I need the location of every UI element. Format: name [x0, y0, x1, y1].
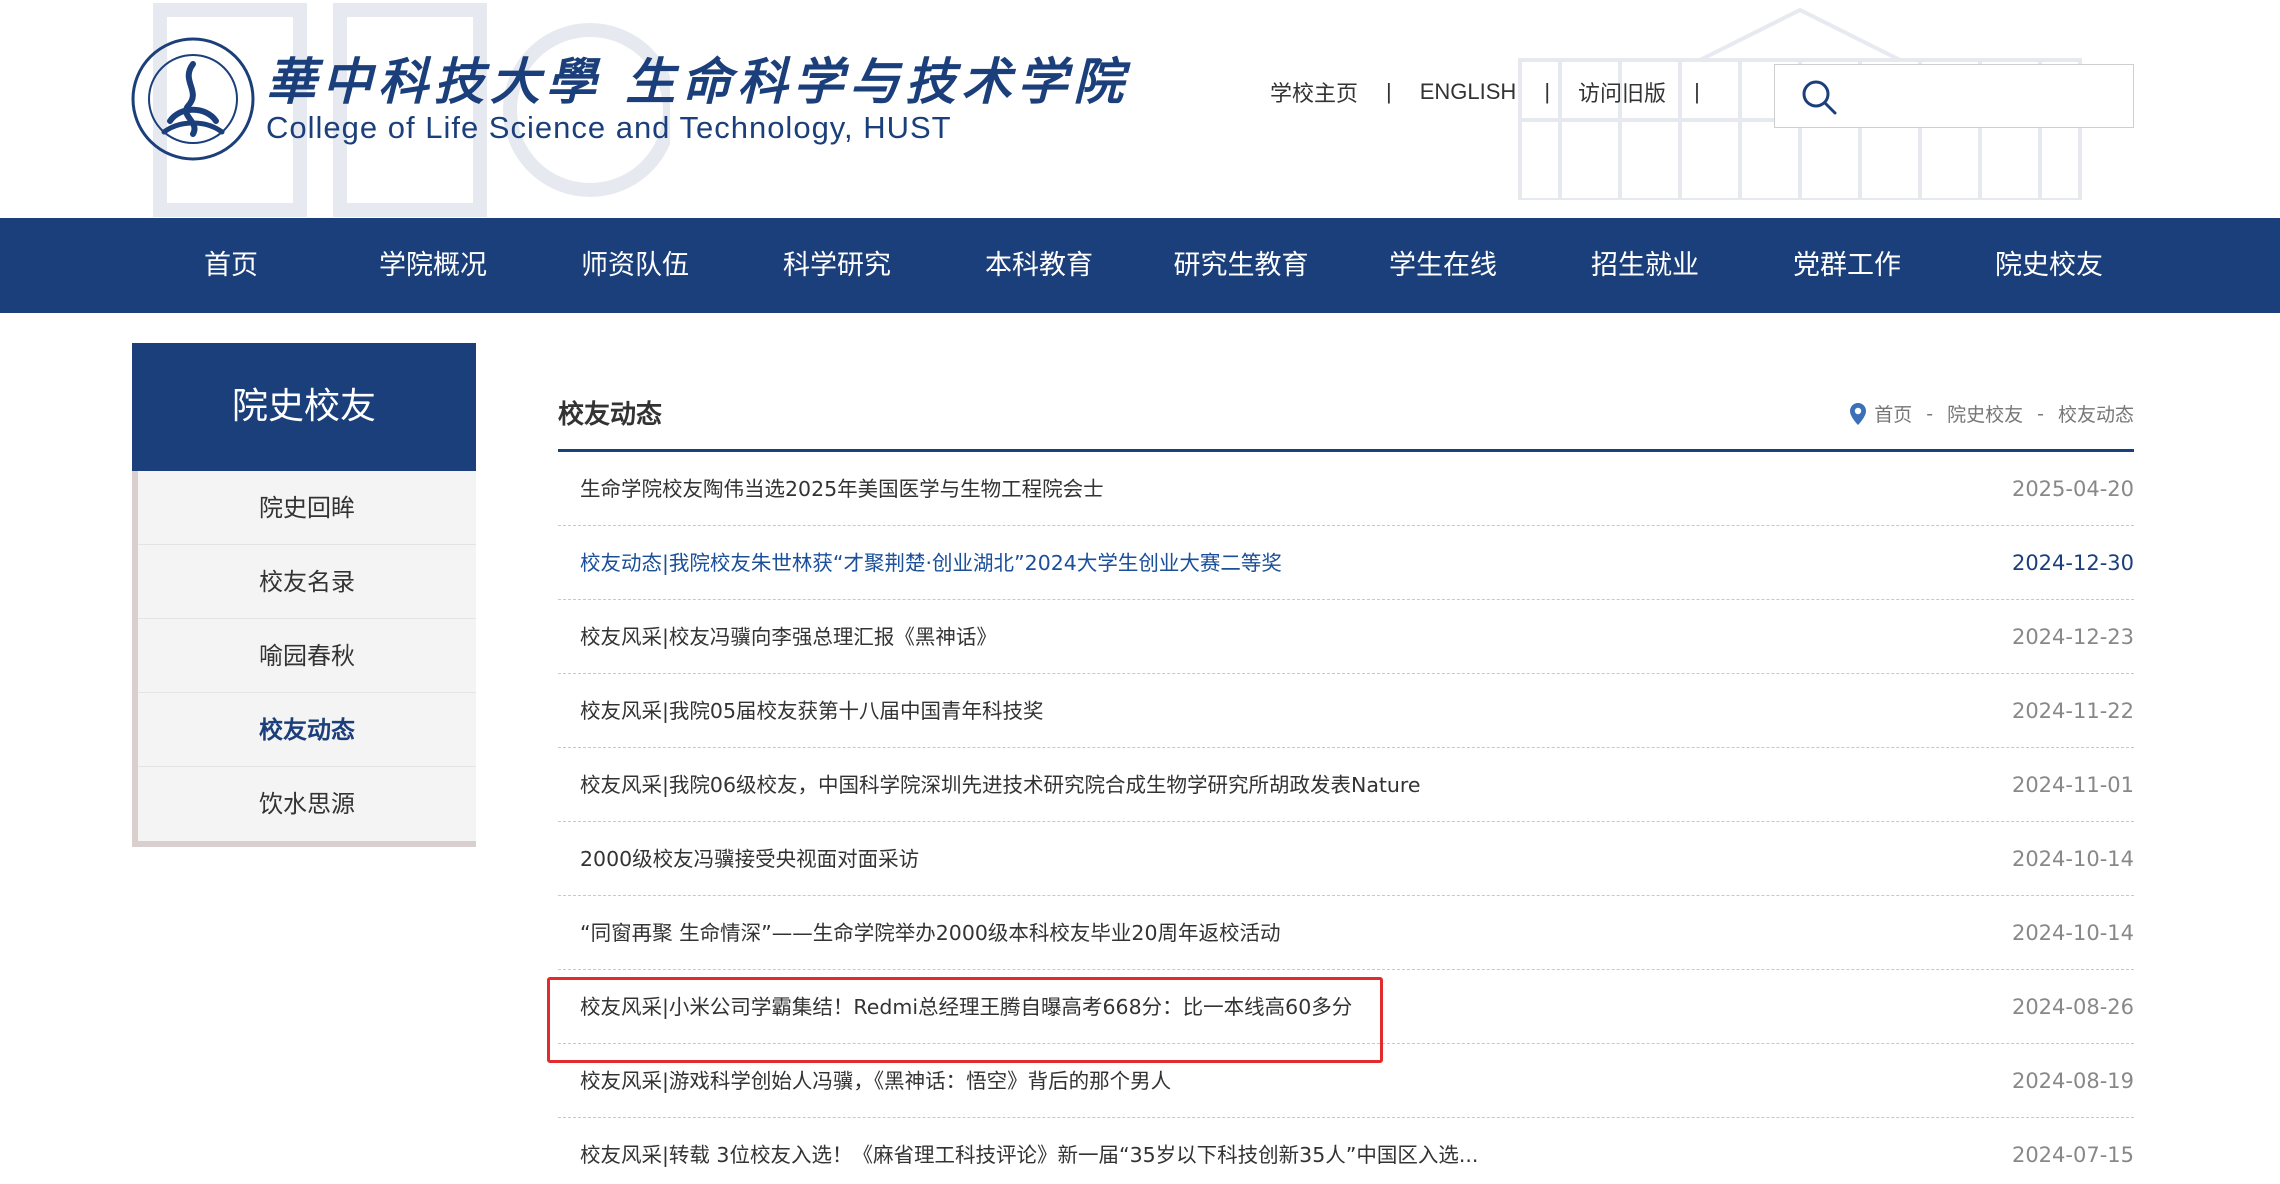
news-title[interactable]: 校友风采|我院05届校友获第十八届中国青年科技奖	[580, 674, 1044, 748]
breadcrumb-separator: -	[2037, 402, 2044, 425]
nav-item-research[interactable]: 科学研究	[736, 218, 938, 313]
sidebar-item-gratitude[interactable]: 饮水思源	[138, 767, 476, 841]
site-header: 華中科技大學 生命科学与技术学院 College of Life Science…	[0, 0, 2280, 218]
news-date: 2024-12-30	[2011, 551, 2134, 575]
news-date: 2024-10-14	[2011, 847, 2134, 871]
news-title[interactable]: 2000级校友冯骥接受央视面对面采访	[580, 822, 919, 896]
nav-item-faculty[interactable]: 师资队伍	[534, 218, 736, 313]
old-version-link[interactable]: 访问旧版	[1578, 76, 1666, 108]
sidebar-title: 院史校友	[132, 343, 476, 471]
nav-item-graduate[interactable]: 研究生教育	[1140, 218, 1342, 313]
breadcrumb-current[interactable]: 校友动态	[2058, 400, 2134, 427]
news-title[interactable]: 生命学院校友陶伟当选2025年美国医学与生物工程院会士	[580, 452, 1104, 526]
news-title[interactable]: 校友风采|转载 3位校友入选！《麻省理工科技评论》新一届“35岁以下科技创新35…	[580, 1118, 1478, 1184]
search-input[interactable]	[1855, 75, 2125, 119]
news-item[interactable]: 生命学院校友陶伟当选2025年美国医学与生物工程院会士 2025-04-20	[558, 452, 2134, 526]
news-title[interactable]: 校友动态|我院校友朱世林获“才聚荆楚·创业湖北”2024大学生创业大赛二等奖	[580, 526, 1282, 600]
news-item[interactable]: 校友动态|我院校友朱世林获“才聚荆楚·创业湖北”2024大学生创业大赛二等奖 2…	[558, 526, 2134, 600]
news-item[interactable]: 校友风采|小米公司学霸集结！Redmi总经理王腾自曝高考668分：比一本线高60…	[558, 970, 2134, 1044]
news-date: 2024-08-26	[2011, 995, 2134, 1019]
news-date: 2024-12-23	[2011, 625, 2134, 649]
news-date: 2024-11-01	[2011, 773, 2134, 797]
nav-item-students[interactable]: 学生在线	[1342, 218, 1544, 313]
news-item[interactable]: “同窗再聚 生命情深”——生命学院举办2000级本科校友毕业20周年返校活动 2…	[558, 896, 2134, 970]
news-item[interactable]: 校友风采|转载 3位校友入选！《麻省理工科技评论》新一届“35岁以下科技创新35…	[558, 1118, 2134, 1184]
separator: |	[1386, 79, 1392, 104]
news-date: 2024-07-15	[2011, 1143, 2134, 1167]
separator: |	[1694, 79, 1700, 104]
nav-item-home[interactable]: 首页	[130, 218, 332, 313]
search-icon[interactable]	[1799, 77, 1839, 117]
news-title[interactable]: 校友风采|我院06级校友，中国科学院深圳先进技术研究院合成生物学研究所胡政发表N…	[580, 748, 1421, 822]
page-title: 校友动态	[558, 400, 663, 430]
news-date: 2025-04-20	[2011, 477, 2134, 501]
separator: |	[1544, 79, 1551, 104]
main-nav: 首页 学院概况 师资队伍 科学研究 本科教育 研究生教育 学生在线 招生就业 党…	[0, 218, 2280, 313]
news-item[interactable]: 校友风采|我院06级校友，中国科学院深圳先进技术研究院合成生物学研究所胡政发表N…	[558, 748, 2134, 822]
news-title[interactable]: 校友风采|校友冯骥向李强总理汇报《黑神话》	[580, 600, 997, 674]
news-item[interactable]: 校友风采|我院05届校友获第十八届中国青年科技奖 2024-11-22	[558, 674, 2134, 748]
news-date: 2024-10-14	[2011, 921, 2134, 945]
nav-item-about[interactable]: 学院概况	[332, 218, 534, 313]
college-name-chinese: 華中科技大學 生命科学与技术学院	[266, 52, 1130, 111]
nav-item-admissions[interactable]: 招生就业	[1544, 218, 1746, 313]
university-seal-logo[interactable]	[130, 36, 256, 162]
breadcrumb-alumni[interactable]: 院史校友	[1947, 400, 2023, 427]
nav-item-undergraduate[interactable]: 本科教育	[938, 218, 1140, 313]
news-date: 2024-11-22	[2011, 699, 2134, 723]
breadcrumb-home[interactable]: 首页	[1874, 400, 1912, 427]
location-pin-icon	[1850, 402, 1867, 425]
college-name-english: College of Life Science and Technology, …	[266, 110, 952, 145]
news-title[interactable]: 校友风采|游戏科学创始人冯骥，《黑神话：悟空》背后的那个男人	[580, 1044, 1171, 1118]
sidebar-item-history[interactable]: 院史回眸	[138, 471, 476, 545]
main-content: 校友动态 首页 - 院史校友 - 校友动态 生命学院校友陶伟当选2025年美国医…	[558, 380, 2134, 1184]
nav-item-alumni[interactable]: 院史校友	[1948, 218, 2150, 313]
content-header: 校友动态 首页 - 院史校友 - 校友动态	[558, 380, 2134, 452]
sidebar: 院史校友 院史回眸 校友名录 喻园春秋 校友动态 饮水思源	[132, 343, 476, 847]
school-home-link[interactable]: 学校主页	[1270, 76, 1358, 108]
news-title[interactable]: “同窗再聚 生命情深”——生命学院举办2000级本科校友毕业20周年返校活动	[580, 896, 1281, 970]
news-date: 2024-08-19	[2011, 1069, 2134, 1093]
news-title[interactable]: 校友风采|小米公司学霸集结！Redmi总经理王腾自曝高考668分：比一本线高60…	[580, 970, 1352, 1044]
news-item[interactable]: 校友风采|校友冯骥向李强总理汇报《黑神话》 2024-12-23	[558, 600, 2134, 674]
news-item[interactable]: 校友风采|游戏科学创始人冯骥，《黑神话：悟空》背后的那个男人 2024-08-1…	[558, 1044, 2134, 1118]
breadcrumb: 首页 - 院史校友 - 校友动态	[1848, 400, 2134, 427]
english-link[interactable]: ENGLISH	[1420, 79, 1517, 105]
sidebar-item-yuyuan[interactable]: 喻园春秋	[138, 619, 476, 693]
news-list: 生命学院校友陶伟当选2025年美国医学与生物工程院会士 2025-04-20 校…	[558, 452, 2134, 1184]
top-links: 学校主页 | ENGLISH | 访问旧版 |	[1270, 74, 1728, 110]
breadcrumb-separator: -	[1926, 402, 1934, 425]
sidebar-item-alumni-news[interactable]: 校友动态	[138, 693, 476, 767]
nav-item-party[interactable]: 党群工作	[1746, 218, 1948, 313]
sidebar-menu: 院史回眸 校友名录 喻园春秋 校友动态 饮水思源	[132, 471, 476, 847]
sidebar-item-alumni-directory[interactable]: 校友名录	[138, 545, 476, 619]
news-item[interactable]: 2000级校友冯骥接受央视面对面采访 2024-10-14	[558, 822, 2134, 896]
search-box	[1774, 64, 2134, 128]
